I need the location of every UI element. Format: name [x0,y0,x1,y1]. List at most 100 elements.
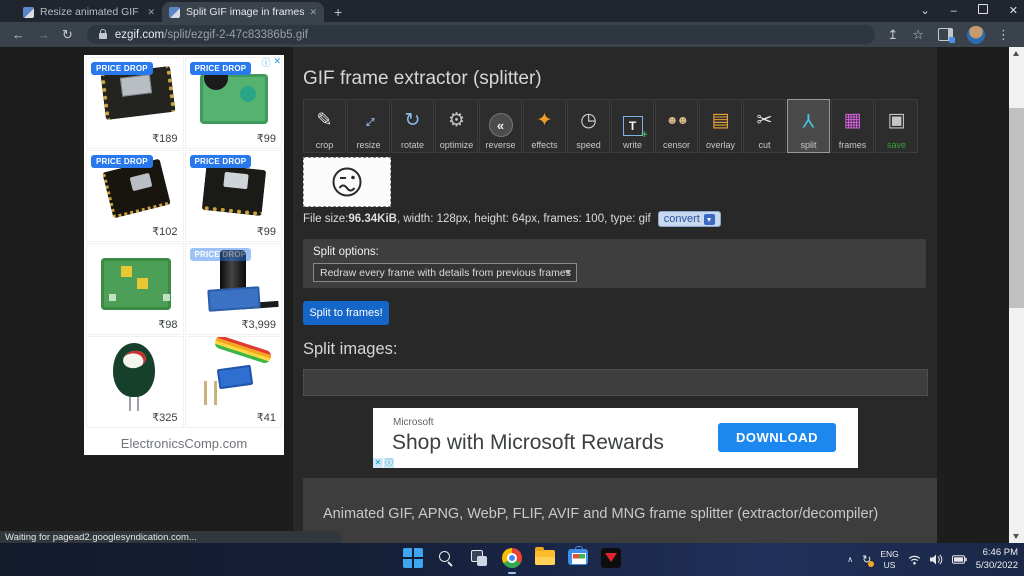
product-soil-meter[interactable]: ₹325 [86,336,184,428]
product-price: ₹99 [257,132,276,145]
sync-status-icon[interactable]: ↻ [862,553,871,566]
taskbar-search-button[interactable] [433,546,459,574]
product-isolator-board[interactable]: ₹98 [86,243,184,335]
product-price: ₹98 [158,318,177,331]
tool-save[interactable]: ▣ save [875,99,918,153]
splitter-description: Animated GIF, APNG, WebP, FLIF, AVIF and… [323,506,878,522]
tool-optimize[interactable]: ⚙ optimize [435,99,478,153]
microsoft-ad[interactable]: Microsoft Shop with Microsoft Rewards DO… [373,408,858,468]
taskbar-store-button[interactable] [565,546,591,574]
tab-strip: Resize animated GIF - ezgif-2-78 ✕ Split… [16,0,324,22]
side-panel-icon[interactable] [938,28,953,41]
system-tray: ∧ ↻ ENG US 6:46 PM [847,543,1018,576]
tool-icon: ↔ [348,99,390,141]
tool-censor[interactable]: ☻☻ censor [655,99,698,153]
reload-icon[interactable]: ↻ [62,27,73,43]
tab-close-icon[interactable]: ✕ [309,7,317,18]
tool-resize[interactable]: ↔ resize [347,99,390,153]
clock[interactable]: 6:46 PM 5/30/2022 [976,547,1018,572]
status-bar: Waiting for pagead2.googlesyndication.co… [0,531,341,543]
ad-close-icon[interactable]: ✕ [373,458,383,468]
split-images-heading: Split images: [303,340,397,359]
taskbar-explorer-button[interactable] [532,546,558,574]
product-nodemcu-board[interactable]: PRICE DROP ₹189 [86,57,184,149]
product-price: ₹102 [152,225,177,238]
product-price: ₹3,999 [241,318,276,331]
tool-icon: « [489,113,513,137]
taskbar-predator-button[interactable] [598,546,624,574]
gif-face-image [304,158,390,206]
browser-menu-icon[interactable]: ⋮ [997,27,1010,43]
taskbar-taskview-button[interactable] [466,546,492,574]
scroll-up-arrow[interactable] [1009,47,1024,60]
maximize-button[interactable] [978,0,988,22]
tool-label: resize [356,140,380,150]
tool-speed[interactable]: ◷ speed [567,99,610,153]
tool-write[interactable]: T write [611,99,654,153]
lock-icon [99,33,107,39]
scroll-down-arrow[interactable] [1009,530,1024,543]
ad-close-icon[interactable]: ✕ [273,56,281,69]
language-switcher[interactable]: ENG US [880,549,898,570]
tool-split[interactable]: Y split [787,99,830,153]
tool-label: overlay [706,140,735,150]
tool-icon: ↻ [405,100,421,140]
bookmark-star-icon[interactable]: ☆ [912,27,924,43]
tab-search-icon[interactable]: ⌄ [920,0,929,22]
tool-icon: ▤ [712,100,730,140]
tool-rotate[interactable]: ↻ rotate [391,99,434,153]
browser-tab[interactable]: Split GIF image in frames - ezgif- ✕ [162,2,324,22]
sidebar-ad[interactable]: ⓘ ✕ PRICE DROP ₹189 PRICE DROP ₹99 [84,55,284,455]
windows-taskbar: ∧ ↻ ENG US 6:46 PM [0,543,1024,576]
price-drop-badge: PRICE DROP [190,155,252,168]
product-moisture-sensor[interactable]: ₹41 [185,336,283,428]
ad-footer-link[interactable]: ElectronicsComp.com [84,436,284,451]
forward-icon[interactable]: → [37,27,50,42]
taskbar-start-button[interactable] [400,546,426,574]
tool-reverse[interactable]: « reverse [479,99,522,153]
split-to-frames-button[interactable]: Split to frames! [303,301,389,325]
minimize-button[interactable]: – [951,0,957,22]
download-button[interactable]: DOWNLOAD [718,423,836,452]
tool-icon: ▦ [844,100,862,140]
taskbar-chrome-button[interactable] [499,546,525,574]
product-price: ₹99 [257,225,276,238]
address-bar[interactable]: ezgif.com/split/ezgif-2-47c83386b5.gif [87,25,876,44]
tool-icon: Y [802,100,815,140]
product-motor-driver-board[interactable]: PRICE DROP ₹99 [185,57,283,149]
file-info: File size: 96.34KiB , width: 128px, heig… [303,211,721,227]
tool-cut[interactable]: ✂ cut [743,99,786,153]
ad-info-icon[interactable]: ⓘ [261,56,270,69]
scrollbar-thumb[interactable] [1009,108,1024,308]
browser-tab[interactable]: Resize animated GIF - ezgif-2-78 ✕ [16,2,162,22]
tool-effects[interactable]: ✦ effects [523,99,566,153]
new-tab-button[interactable]: + [334,4,342,20]
back-icon[interactable]: ← [12,27,25,42]
tool-frames[interactable]: ▦ frames [831,99,874,153]
product-price: ₹41 [257,411,276,424]
tab-close-icon[interactable]: ✕ [147,7,155,18]
url-path: /split/ezgif-2-47c83386b5.gif [164,29,308,41]
close-window-button[interactable]: ✕ [1009,0,1018,22]
ad-info-icon[interactable]: ⓘ [384,458,394,468]
tray-chevron-icon[interactable]: ∧ [847,555,853,564]
volume-icon[interactable] [930,554,943,565]
tools-toolbar: ✎ crop ↔ resize ↻ rotate ⚙ [303,99,919,153]
wifi-icon[interactable] [908,555,921,565]
split-options-select[interactable]: Redraw every frame with details from pre… [313,263,577,282]
tool-label: rotate [401,140,424,150]
share-icon[interactable]: ↥ [887,27,898,43]
tool-label: censor [663,140,690,150]
price-drop-badge: PRICE DROP [190,248,252,261]
profile-avatar[interactable] [967,26,985,44]
browser-toolbar: ← → ↻ ezgif.com/split/ezgif-2-47c83386b5… [0,22,1024,47]
page-scrollbar[interactable] [1009,47,1024,543]
tool-crop[interactable]: ✎ crop [303,99,346,153]
product-esp8266-chip[interactable]: PRICE DROP ₹102 [86,150,184,242]
product-esp8266-module[interactable]: PRICE DROP ₹99 [185,150,283,242]
product-gas-sensor[interactable]: PRICE DROP ₹3,999 [185,243,283,335]
tool-icon: ✦ [537,100,553,140]
tool-overlay[interactable]: ▤ overlay [699,99,742,153]
convert-button[interactable]: convert [658,211,721,227]
battery-icon[interactable] [952,555,967,564]
